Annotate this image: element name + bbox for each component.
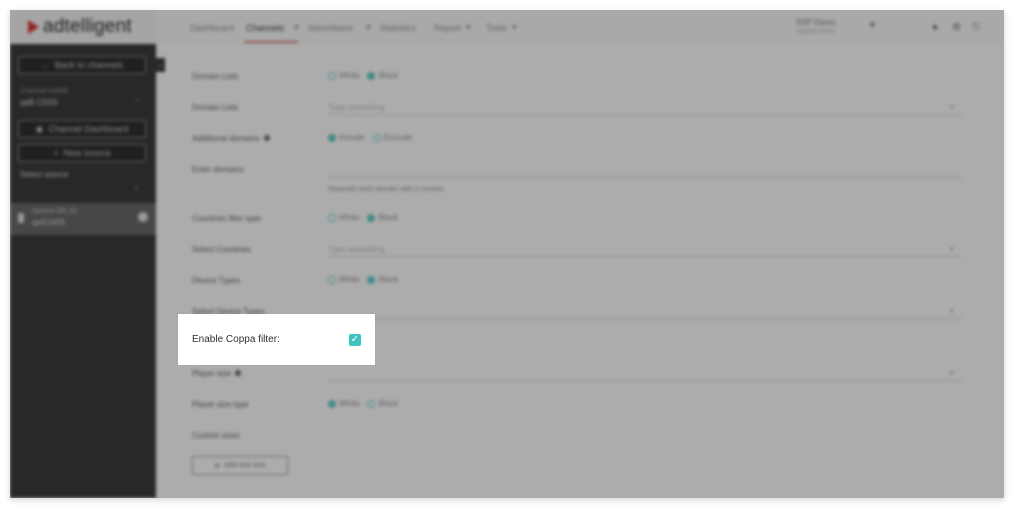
- coppa-filter-label: Enable Coppa filter:: [192, 334, 280, 345]
- app-window: adtelligent ← Back to channels Channel N…: [10, 10, 1004, 498]
- coppa-filter-checkbox[interactable]: ✓: [349, 334, 361, 346]
- checkmark-icon: ✓: [350, 334, 360, 345]
- coppa-filter-card: Enable Coppa filter: ✓: [178, 314, 375, 365]
- dim-overlay: [10, 10, 1004, 498]
